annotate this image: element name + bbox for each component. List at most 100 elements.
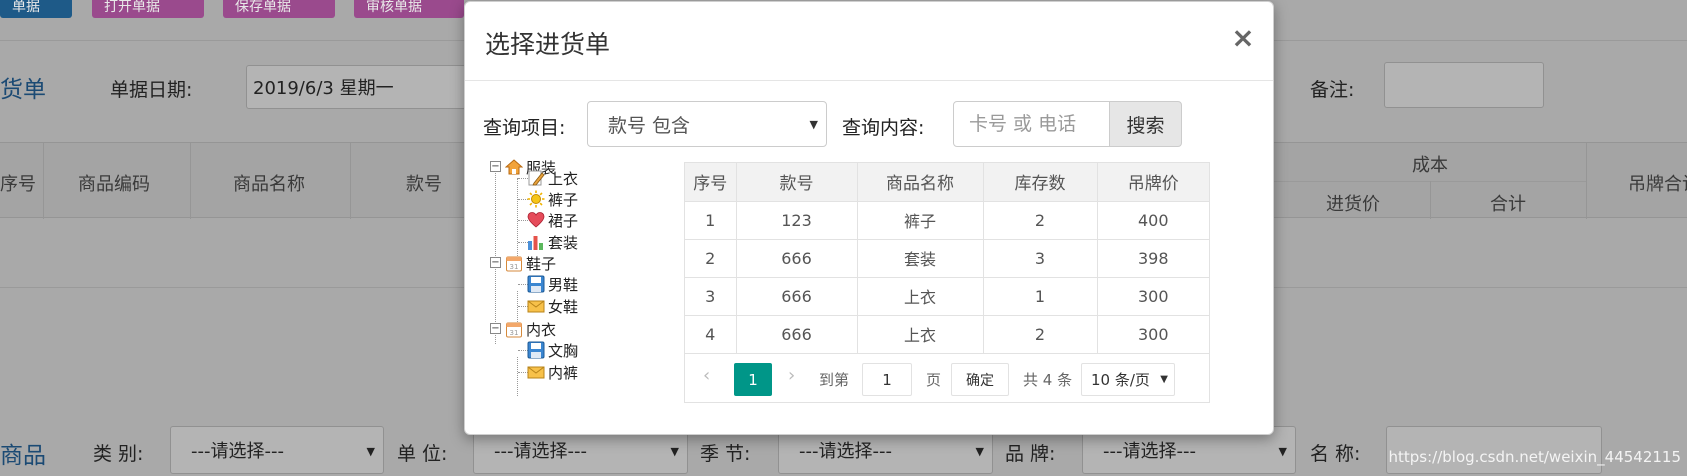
envelope-icon <box>527 363 545 381</box>
column-cost-total: 合计 <box>1490 194 1526 215</box>
sun-icon <box>527 190 545 208</box>
table-row[interactable]: 4 666 上衣 2 300 <box>685 315 1209 354</box>
page-size-select[interactable]: 10 条/页 ▼ <box>1081 363 1175 396</box>
cell-index: 2 <box>685 239 737 278</box>
filter-brand-label: 品 牌: <box>1005 443 1056 465</box>
prev-page-icon[interactable]: ‹ <box>703 365 710 386</box>
remark-label: 备注: <box>1310 79 1355 101</box>
column-header-stock[interactable]: 库存数 <box>983 163 1098 202</box>
table-row[interactable]: 3 666 上衣 1 300 <box>685 277 1209 316</box>
page-button-current[interactable]: 1 <box>734 363 772 396</box>
column-header-tag-price[interactable]: 吊牌价 <box>1097 163 1209 202</box>
purchase-order-table: 序号 款号 商品名称 库存数 吊牌价 1 123 裤子 2 400 2 666 <box>685 163 1209 354</box>
cell-tag-price: 300 <box>1097 315 1209 354</box>
tree-node-tops[interactable]: 上衣 <box>527 167 578 189</box>
query-content-input[interactable] <box>953 101 1110 147</box>
tree-collapse-toggle[interactable]: − <box>490 257 501 268</box>
table-header-row: 序号 款号 商品名称 库存数 吊牌价 <box>685 163 1209 202</box>
tree-node-mens-shoes[interactable]: 男鞋 <box>527 273 578 295</box>
floppy-disk-icon <box>527 275 545 293</box>
dialog-header: 选择进货单 × <box>465 2 1273 81</box>
form-title: 货单 <box>0 77 46 103</box>
cell-style-no: 666 <box>736 239 858 278</box>
heart-icon <box>527 211 545 229</box>
cell-tag-price: 398 <box>1097 239 1209 278</box>
goto-confirm-button[interactable]: 确定 <box>951 363 1009 396</box>
envelope-icon <box>527 297 545 315</box>
filter-category-label: 类 别: <box>93 443 144 465</box>
cell-item-name: 套装 <box>857 239 984 278</box>
cell-item-name: 上衣 <box>857 277 984 316</box>
next-page-icon[interactable]: › <box>788 365 795 386</box>
column-header-item-name[interactable]: 商品名称 <box>857 163 984 202</box>
toolbar-button-new[interactable]: 单据 <box>0 0 72 18</box>
tree-node-underwear[interactable]: 31 内衣 <box>505 318 556 340</box>
tree-node-pants[interactable]: 裤子 <box>527 188 578 210</box>
bottom-section-title: 商品 <box>0 443 46 469</box>
category-tree: − 服装 上衣 裤子 裙子 套装 − 31 鞋子 男鞋 女鞋 − 31 内衣 文… <box>483 154 673 404</box>
tree-collapse-toggle[interactable]: − <box>490 161 501 172</box>
total-count: 共 4 条 <box>1023 371 1073 389</box>
tree-node-briefs[interactable]: 内裤 <box>527 361 578 383</box>
cell-index: 4 <box>685 315 737 354</box>
toolbar-button-open[interactable]: 打开单据 <box>92 0 204 18</box>
column-purchase-price: 进货价 <box>1326 194 1380 215</box>
query-content-label: 查询内容: <box>842 117 925 139</box>
home-icon <box>504 158 524 176</box>
query-item-label: 查询项目: <box>483 117 566 139</box>
table-row[interactable]: 2 666 套装 3 398 <box>685 239 1209 278</box>
column-header-index[interactable]: 序号 <box>685 163 737 202</box>
date-label: 单据日期: <box>110 79 193 101</box>
cell-index: 1 <box>685 201 737 240</box>
cell-style-no: 666 <box>736 315 858 354</box>
search-button[interactable]: 搜索 <box>1109 101 1182 147</box>
chevron-down-icon: ▼ <box>1160 374 1168 385</box>
tree-node-bras[interactable]: 文胸 <box>527 339 578 361</box>
tree-collapse-toggle[interactable]: − <box>490 323 501 334</box>
purchase-order-grid: 序号 款号 商品名称 库存数 吊牌价 1 123 裤子 2 400 2 666 <box>684 162 1210 403</box>
query-item-select[interactable]: 款号 包含 ▼ <box>587 101 827 147</box>
cell-item-name: 上衣 <box>857 315 984 354</box>
tree-node-skirts[interactable]: 裙子 <box>527 209 578 231</box>
close-icon[interactable]: × <box>1231 23 1255 53</box>
cell-index: 3 <box>685 277 737 316</box>
tree-node-suits[interactable]: 套装 <box>527 231 578 253</box>
cell-style-no: 123 <box>736 201 858 240</box>
column-cost-group: 成本 <box>1412 155 1448 176</box>
filter-unit-label: 单 位: <box>397 443 448 465</box>
watermark: https://blog.csdn.net/weixin_44542115 <box>1388 448 1681 466</box>
cell-stock: 2 <box>983 315 1098 354</box>
filter-category-select[interactable]: ---请选择--- ▼ <box>170 426 384 474</box>
calendar-icon: 31 <box>505 320 523 338</box>
column-item-code: 商品编码 <box>78 174 150 195</box>
calendar-icon: 31 <box>505 254 523 272</box>
page-unit-label: 页 <box>926 371 942 389</box>
column-style-no: 款号 <box>406 174 442 195</box>
remark-input[interactable] <box>1384 62 1544 108</box>
cell-stock: 2 <box>983 201 1098 240</box>
column-tag-price-total: 吊牌合计 <box>1628 174 1687 195</box>
svg-text:31: 31 <box>510 263 519 271</box>
floppy-disk-icon <box>527 341 545 359</box>
cell-stock: 3 <box>983 239 1098 278</box>
filter-season-label: 季 节: <box>700 443 751 465</box>
column-header-style-no[interactable]: 款号 <box>736 163 858 202</box>
toolbar-button-audit[interactable]: 审核单据 <box>354 0 464 18</box>
column-item-name: 商品名称 <box>233 174 305 195</box>
goto-label: 到第 <box>819 371 850 389</box>
svg-text:31: 31 <box>510 329 519 337</box>
toolbar-button-save[interactable]: 保存单据 <box>223 0 335 18</box>
select-purchase-order-dialog: 选择进货单 × 查询项目: 款号 包含 ▼ 查询内容: 搜索 − 服装 上衣 裤… <box>464 1 1274 435</box>
cell-stock: 1 <box>983 277 1098 316</box>
tree-node-womens-shoes[interactable]: 女鞋 <box>527 295 578 317</box>
pencil-page-icon <box>527 169 545 187</box>
table-row[interactable]: 1 123 裤子 2 400 <box>685 201 1209 240</box>
date-input[interactable]: 2019/6/3 星期一 <box>246 65 466 109</box>
cell-tag-price: 300 <box>1097 277 1209 316</box>
dialog-title: 选择进货单 <box>485 30 611 59</box>
tree-node-shoes[interactable]: 31 鞋子 <box>505 252 556 274</box>
chevron-down-icon: ▼ <box>809 118 818 131</box>
cell-item-name: 裤子 <box>857 201 984 240</box>
cell-style-no: 666 <box>736 277 858 316</box>
goto-page-input[interactable] <box>862 363 912 396</box>
